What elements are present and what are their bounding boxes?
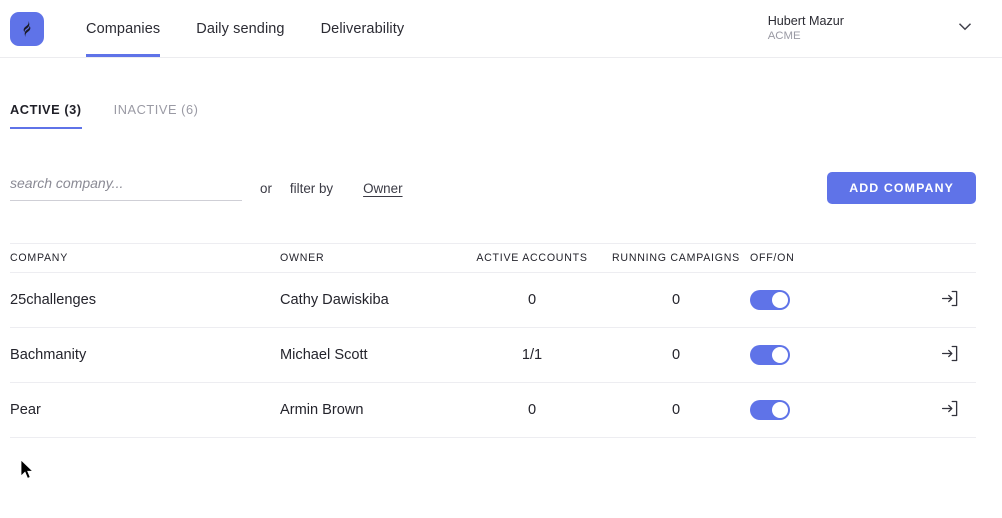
- column-header-running-campaigns: RUNNING CAMPAIGNS: [612, 252, 740, 264]
- filter-owner-link[interactable]: Owner: [363, 181, 402, 196]
- login-as-company-button[interactable]: [940, 288, 961, 312]
- primary-nav: Companies Daily sending Deliverability: [68, 0, 422, 57]
- column-header-owner: OWNER: [280, 252, 325, 264]
- user-organization: ACME: [767, 30, 801, 42]
- cell-actions: [892, 343, 1002, 367]
- cell-owner: Michael Scott: [280, 347, 368, 363]
- cell-off-on: [750, 290, 892, 310]
- cell-active-accounts: 0: [527, 402, 537, 418]
- nav-item-companies[interactable]: Companies: [68, 0, 178, 57]
- cell-company: 25challenges: [10, 292, 97, 308]
- cell-company: Pear: [10, 402, 41, 418]
- companies-table: COMPANY OWNER ACTIVE ACCOUNTS RUNNING CA…: [10, 243, 976, 438]
- search-field-wrapper: [10, 175, 242, 201]
- nav-item-daily-sending-label: Daily sending: [196, 20, 285, 37]
- filter-toolbar: or filter by Owner ADD COMPANY: [10, 171, 976, 205]
- cell-running-campaigns: 0: [671, 347, 681, 363]
- column-header-company: COMPANY: [10, 252, 69, 264]
- company-enabled-toggle[interactable]: [750, 400, 790, 420]
- column-header-off-on: OFF/ON: [750, 252, 795, 264]
- search-input[interactable]: [10, 175, 242, 191]
- chevron-down-icon: [954, 15, 976, 42]
- login-icon: [940, 288, 961, 312]
- cell-company: Bachmanity: [10, 347, 87, 363]
- table-row[interactable]: Pear Armin Brown 0 0: [10, 383, 976, 438]
- company-enabled-toggle[interactable]: [750, 290, 790, 310]
- nav-item-daily-sending[interactable]: Daily sending: [178, 0, 302, 57]
- table-header-row: COMPANY OWNER ACTIVE ACCOUNTS RUNNING CA…: [10, 243, 976, 273]
- or-label: or: [260, 180, 272, 196]
- tab-inactive-companies[interactable]: INACTIVE (6): [114, 102, 199, 129]
- company-enabled-toggle[interactable]: [750, 345, 790, 365]
- tab-active-companies-label: ACTIVE (3): [10, 102, 82, 117]
- user-account-menu[interactable]: Hubert Mazur ACME: [768, 13, 976, 44]
- cell-active-accounts: 1/1: [521, 347, 543, 363]
- brand-swirl-icon: [17, 19, 37, 39]
- add-company-button[interactable]: ADD COMPANY: [827, 172, 976, 204]
- cell-off-on: [750, 400, 892, 420]
- user-name: Hubert Mazur: [767, 14, 844, 28]
- status-tabs: ACTIVE (3) INACTIVE (6): [10, 58, 976, 129]
- tab-active-companies[interactable]: ACTIVE (3): [10, 102, 82, 129]
- login-as-company-button[interactable]: [940, 398, 961, 422]
- mouse-pointer-icon: [19, 459, 35, 486]
- nav-item-deliverability-label: Deliverability: [320, 20, 405, 37]
- login-icon: [940, 398, 961, 422]
- page-content: ACTIVE (3) INACTIVE (6) or filter by Own…: [0, 58, 1002, 438]
- cell-active-accounts: 0: [527, 292, 537, 308]
- cell-running-campaigns: 0: [671, 292, 681, 308]
- cell-owner: Armin Brown: [280, 402, 364, 418]
- table-row[interactable]: 25challenges Cathy Dawiskiba 0 0: [10, 273, 976, 328]
- login-as-company-button[interactable]: [940, 343, 961, 367]
- login-icon: [940, 343, 961, 367]
- cell-actions: [892, 398, 1002, 422]
- tab-inactive-companies-label: INACTIVE (6): [113, 102, 199, 117]
- nav-item-deliverability[interactable]: Deliverability: [303, 0, 423, 57]
- top-navigation-bar: Companies Daily sending Deliverability H…: [0, 0, 1002, 58]
- cell-owner: Cathy Dawiskiba: [280, 292, 389, 308]
- table-row[interactable]: Bachmanity Michael Scott 1/1 0: [10, 328, 976, 383]
- column-header-active-accounts: ACTIVE ACCOUNTS: [476, 252, 588, 264]
- nav-item-companies-label: Companies: [86, 20, 161, 37]
- cell-running-campaigns: 0: [671, 402, 681, 418]
- user-info: Hubert Mazur ACME: [768, 13, 844, 44]
- filter-by-label: filter by: [289, 180, 334, 196]
- cell-off-on: [750, 345, 892, 365]
- app-logo[interactable]: [10, 11, 44, 46]
- cell-actions: [892, 288, 1002, 312]
